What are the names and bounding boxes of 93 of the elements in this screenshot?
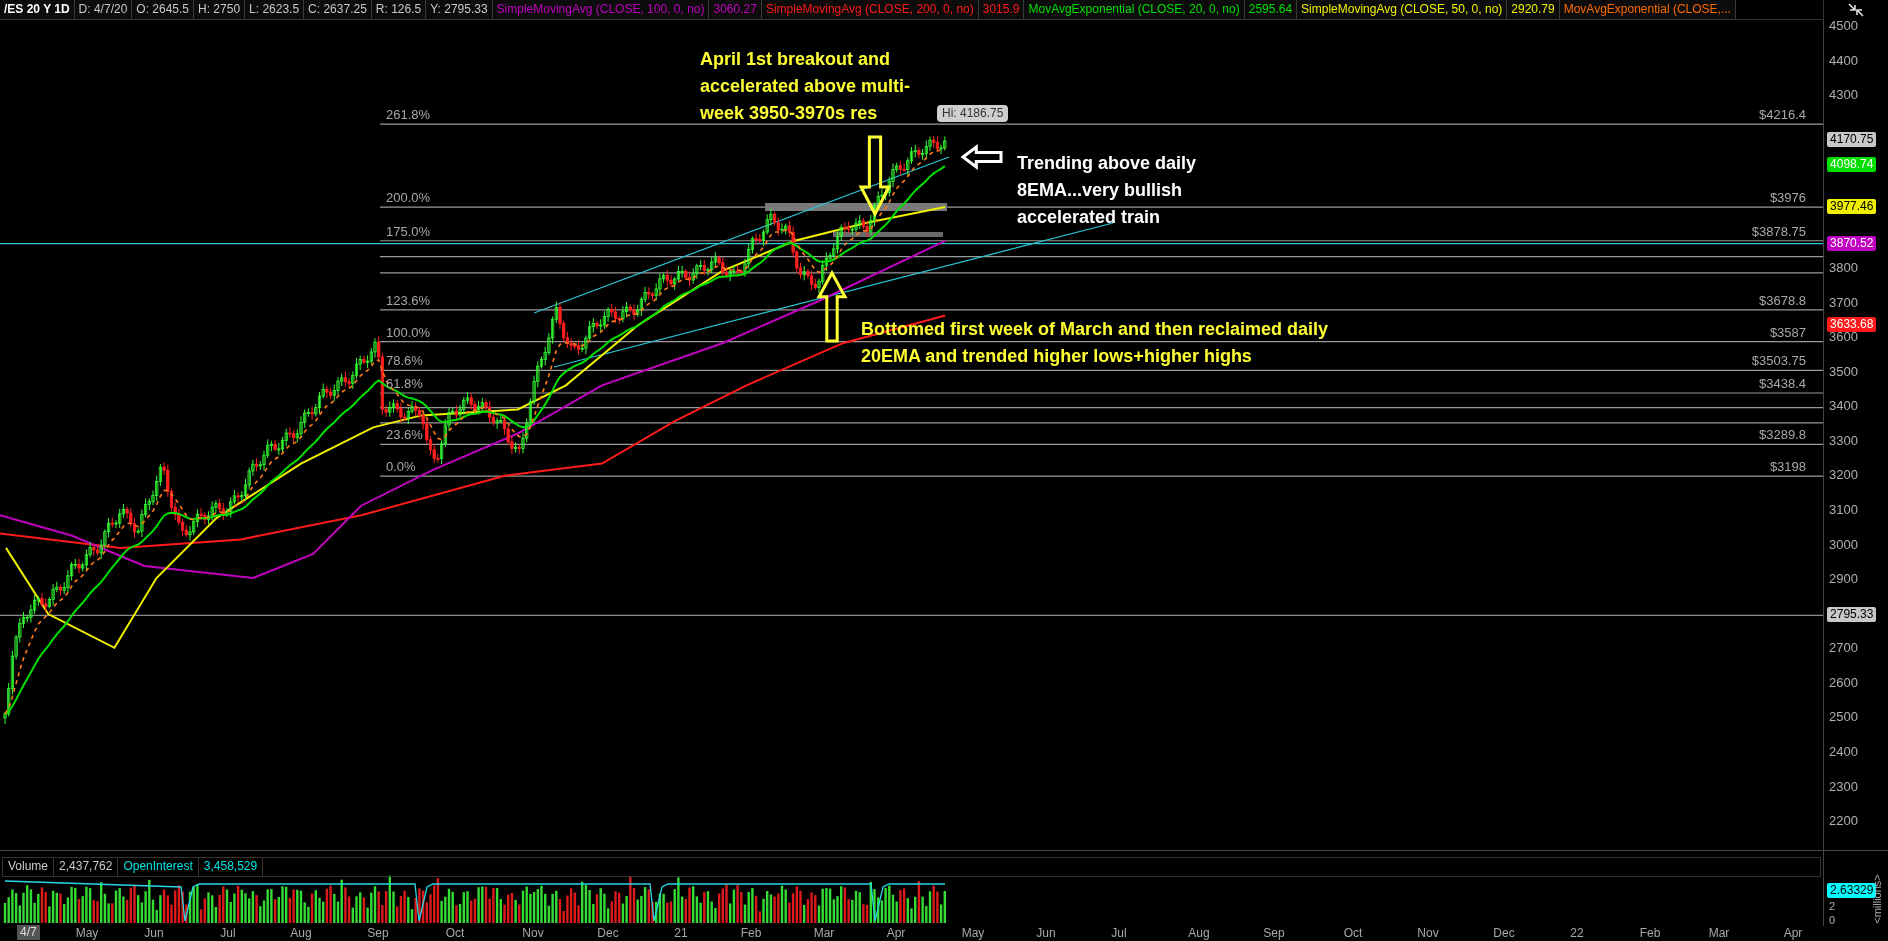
fib-price-label: $3438.4 <box>1758 376 1808 391</box>
fib-price-label: $4216.4 <box>1758 107 1808 123</box>
study-value: 2,437,762 <box>54 858 119 876</box>
fib-percent-label: 200.0% <box>385 190 432 206</box>
study-label[interactable]: SimpleMovingAvg (CLOSE, 50, 0, no) <box>1297 0 1508 19</box>
chart-annotation: Trending above daily 8EMA...very bullish accelerated train <box>1017 152 1197 229</box>
quote-field: O: 2645.5 <box>132 0 195 19</box>
study-label[interactable]: SimpleMovingAvg (CLOSE, 100, 0, no) <box>492 0 710 19</box>
price-tick: 2700 <box>1829 640 1858 656</box>
time-tick: Sep <box>367 926 389 940</box>
price-tag: 3870.52 <box>1827 235 1877 251</box>
symbol-label[interactable]: /ES 20 Y 1D <box>0 0 75 19</box>
chart-annotation: April 1st breakout and accelerated above multi- week 3950-3970s res <box>700 48 911 125</box>
price-tick: 2600 <box>1829 674 1858 690</box>
time-tick: Oct <box>1343 926 1363 940</box>
quote-field: R: 126.5 <box>371 0 427 19</box>
study-value: 3,458,529 <box>198 858 264 876</box>
study-label[interactable]: SimpleMovingAvg (CLOSE, 200, 0, no) <box>761 0 979 19</box>
study-label[interactable]: MovAvgExponential (CLOSE, 20, 0, no) <box>1024 0 1245 19</box>
price-tick: 3400 <box>1829 398 1858 414</box>
time-tick: Aug <box>290 926 312 940</box>
time-tick: Jul <box>1111 926 1127 940</box>
study-label[interactable]: MovAvgExponential (CLOSE,... <box>1559 0 1736 19</box>
time-tick: Sep <box>1263 926 1285 940</box>
quote-field: H: 2750 <box>194 0 246 19</box>
volume-tick: 2 <box>1829 899 1836 914</box>
price-tick: 3500 <box>1829 363 1858 379</box>
price-tick: 4400 <box>1829 52 1858 68</box>
price-tick: 2300 <box>1829 778 1858 794</box>
time-tick: 22 <box>1570 926 1584 940</box>
study-value: 3015.9 <box>978 0 1025 19</box>
price-tick: 2500 <box>1829 709 1858 725</box>
time-tick: Oct <box>445 926 465 940</box>
price-tick: 3300 <box>1829 432 1858 448</box>
price-tag: 4170.75 <box>1827 131 1877 147</box>
fib-price-label: $3289.8 <box>1758 427 1808 443</box>
fib-price-label: $3587 <box>1768 324 1808 340</box>
quote-field: L: 2623.5 <box>245 0 305 19</box>
time-tick: Apr <box>886 926 906 940</box>
fib-percent-label: 261.8% <box>385 107 432 123</box>
volume-tick: 0 <box>1829 913 1836 928</box>
study-label[interactable]: Volume <box>3 858 55 876</box>
fib-price-label: $3976 <box>1768 190 1808 206</box>
fib-percent-label: 100.0% <box>385 324 432 340</box>
fib-price-label: $3878.75 <box>1750 223 1808 239</box>
time-tick: Mar <box>813 926 835 940</box>
study-label[interactable]: OpenInterest <box>118 858 199 876</box>
study-value: 2595.64 <box>1244 0 1298 19</box>
current-date-marker: 4/7 <box>17 925 40 940</box>
time-tick: Jul <box>220 926 236 940</box>
fib-percent-label: 175.0% <box>385 223 432 239</box>
fib-price-label: $3503.75 <box>1750 353 1808 369</box>
time-tick: Jun <box>144 926 164 940</box>
study-value: 2920.79 <box>1507 0 1560 19</box>
quote-field: D: 4/7/20 <box>74 0 133 19</box>
time-tick: Dec <box>1493 926 1515 940</box>
price-tick: 4300 <box>1829 87 1858 103</box>
price-tick: 2900 <box>1829 571 1858 587</box>
fib-percent-label: 0.0% <box>385 459 417 475</box>
price-tick: 4500 <box>1829 18 1858 33</box>
time-tick: Aug <box>1188 926 1210 940</box>
price-tick: 3800 <box>1829 260 1858 275</box>
high-marker: Hi: 4186.75 <box>937 105 1009 122</box>
time-tick: May <box>961 926 985 940</box>
time-tick: Feb <box>1639 926 1661 940</box>
time-tick: Apr <box>1783 926 1803 940</box>
fib-percent-label: 78.6% <box>385 353 424 369</box>
price-tick: 3000 <box>1829 536 1858 552</box>
time-tick: Nov <box>522 926 544 940</box>
price-tag: 3977.46 <box>1827 198 1877 214</box>
price-tag: 3633.68 <box>1827 317 1877 333</box>
price-tag: 2795.33 <box>1827 607 1877 623</box>
fib-percent-label: 23.6% <box>385 427 424 443</box>
fib-percent-label: 61.8% <box>385 376 424 391</box>
price-tick: 3200 <box>1829 467 1858 483</box>
time-tick: Nov <box>1417 926 1439 940</box>
price-tick: 3700 <box>1829 294 1858 310</box>
price-tag: 4098.74 <box>1827 156 1877 172</box>
time-tick: Dec <box>597 926 619 940</box>
time-tick: Feb <box>740 926 762 940</box>
price-tick: 2200 <box>1829 813 1858 829</box>
time-tick: 21 <box>674 926 688 940</box>
price-tick: 2400 <box>1829 743 1858 759</box>
quote-field: C: 2637.25 <box>304 0 372 19</box>
fib-percent-label: 123.6% <box>385 292 432 308</box>
time-tick: Mar <box>1708 926 1730 940</box>
quote-field: Y: 2795.33 <box>426 0 493 19</box>
time-tick: May <box>75 926 99 940</box>
study-value: 3060.27 <box>709 0 762 19</box>
time-tick: Jun <box>1036 926 1056 940</box>
fib-price-label: $3198 <box>1768 459 1808 475</box>
fib-price-label: $3678.8 <box>1758 292 1808 308</box>
price-tick: 3100 <box>1829 501 1858 517</box>
